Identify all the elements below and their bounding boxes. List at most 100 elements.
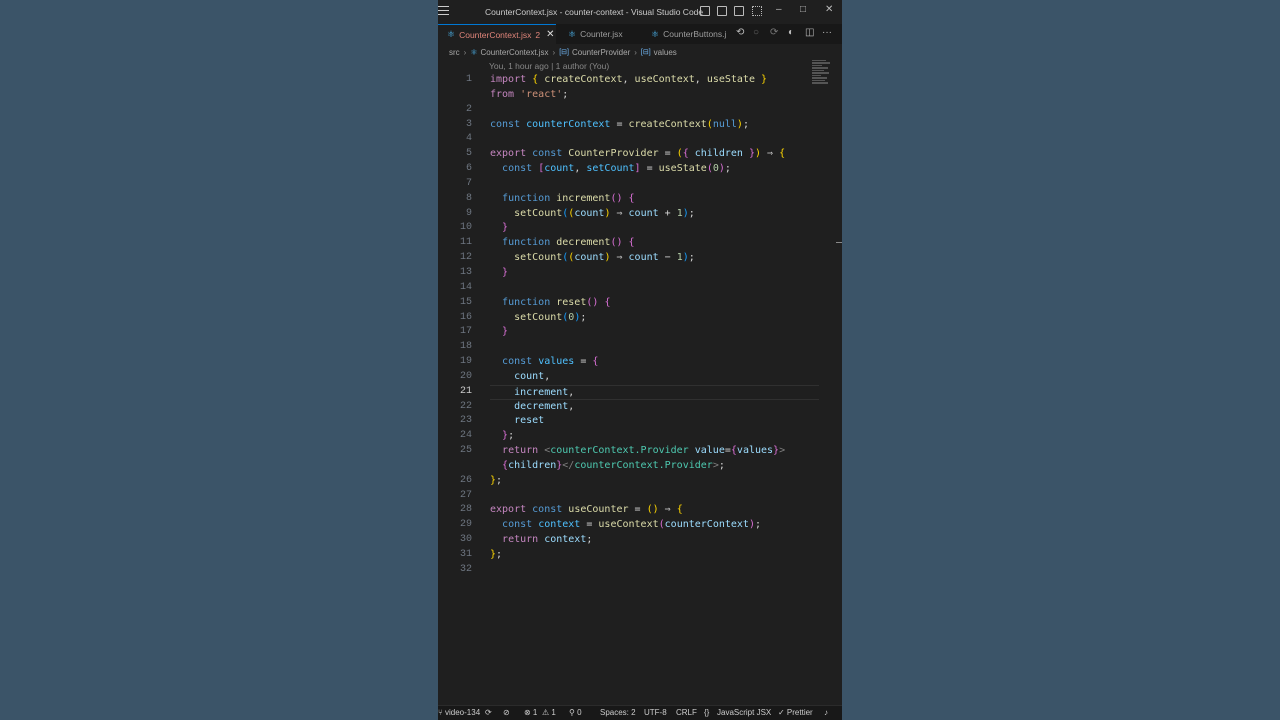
- breadcrumb-symbol-values[interactable]: values: [654, 48, 677, 57]
- line-number: 24: [459, 430, 472, 442]
- code-line[interactable]: return <counterContext.Provider value={v…: [490, 444, 812, 459]
- code-editor[interactable]: You, 1 hour ago | 1 author (You) 1 2 3 4…: [438, 60, 842, 705]
- code-line[interactable]: export const useCounter = () ⇒ {: [490, 503, 812, 518]
- notifications-bell-icon[interactable]: ♪: [824, 708, 828, 717]
- toggle-panel-icon[interactable]: [717, 6, 727, 16]
- line-number: 14: [459, 281, 472, 293]
- line-number: 13: [459, 266, 472, 278]
- line-number: 30: [459, 534, 472, 546]
- go-forward-icon[interactable]: ⟳: [770, 27, 778, 38]
- line-number: 9: [465, 207, 472, 219]
- open-changes-icon[interactable]: ◐: [788, 27, 794, 38]
- tab-counter[interactable]: ⚛ Counter.jsx: [568, 24, 638, 44]
- customize-layout-icon[interactable]: [752, 6, 762, 16]
- code-line-current[interactable]: increment,: [490, 384, 819, 400]
- line-number-active: 21: [459, 385, 472, 397]
- code-line[interactable]: function increment() {: [490, 192, 812, 207]
- more-actions-icon[interactable]: ···: [822, 27, 832, 38]
- code-line[interactable]: const counterContext = createContext(nul…: [490, 118, 812, 133]
- tab-counterbuttons[interactable]: ⚛ CounterButtons.j: [651, 24, 733, 44]
- indentation-setting[interactable]: Spaces: 2: [600, 708, 636, 717]
- code-line[interactable]: [490, 563, 812, 578]
- minimize-button[interactable]: –: [776, 4, 782, 15]
- chevron-right-icon: ›: [552, 47, 556, 57]
- react-file-icon: ⚛: [447, 29, 456, 39]
- title-bar: CounterContext.jsx - counter-context - V…: [438, 0, 842, 24]
- code-line[interactable]: function reset() {: [490, 296, 812, 311]
- line-number: 6: [465, 163, 472, 175]
- code-line[interactable]: export const CounterProvider = ({ childr…: [490, 147, 812, 162]
- code-line[interactable]: [490, 177, 812, 192]
- toggle-sidebar-icon[interactable]: [700, 6, 710, 16]
- code-line[interactable]: [490, 281, 812, 296]
- line-number: 19: [459, 356, 472, 368]
- minimap[interactable]: [812, 60, 832, 90]
- code-line[interactable]: setCount((count) ⇒ count + 1);: [490, 207, 812, 222]
- code-line[interactable]: [490, 340, 812, 355]
- line-number: [438, 88, 478, 103]
- hamburger-menu-icon[interactable]: [438, 6, 449, 16]
- vscode-window: CounterContext.jsx - counter-context - V…: [438, 0, 842, 720]
- line-number: 22: [459, 400, 472, 412]
- close-window-button[interactable]: ✕: [825, 4, 833, 15]
- close-tab-icon[interactable]: ✕: [546, 29, 554, 40]
- code-line[interactable]: setCount(0);: [490, 311, 812, 326]
- code-line[interactable]: }: [490, 221, 812, 236]
- code-line[interactable]: };: [490, 429, 812, 444]
- line-number: 10: [459, 222, 472, 234]
- branch-icon: ⑂: [438, 708, 443, 717]
- code-line[interactable]: [490, 132, 812, 147]
- branch-name[interactable]: video-134: [445, 708, 480, 717]
- code-line[interactable]: return context;: [490, 533, 812, 548]
- errors-count[interactable]: ⊗ 1: [524, 708, 537, 717]
- code-line[interactable]: decrement,: [490, 400, 812, 415]
- line-number: 27: [459, 489, 472, 501]
- code-lines[interactable]: import { createContext, useContext, useS…: [490, 73, 819, 578]
- toggle-secondary-sidebar-icon[interactable]: [734, 6, 744, 16]
- line-number: 31: [459, 549, 472, 560]
- code-line[interactable]: };: [490, 548, 812, 563]
- codelens-blame[interactable]: You, 1 hour ago | 1 author (You): [489, 61, 609, 71]
- code-line[interactable]: };: [490, 474, 812, 489]
- inactive-circle-icon[interactable]: ○: [753, 27, 759, 38]
- go-back-icon[interactable]: ⟲: [736, 27, 744, 38]
- breadcrumb-file[interactable]: CounterContext.jsx: [481, 48, 549, 57]
- code-line[interactable]: }: [490, 266, 812, 281]
- tab-label: CounterButtons.j: [663, 29, 727, 39]
- code-line[interactable]: [490, 103, 812, 118]
- line-number: 1: [465, 74, 472, 85]
- eol-setting[interactable]: CRLF: [676, 708, 697, 717]
- warnings-count[interactable]: ⚠ 1: [542, 708, 556, 717]
- code-line[interactable]: {children}</counterContext.Provider>;: [490, 459, 812, 474]
- code-line[interactable]: setCount((count) ⇒ count − 1);: [490, 251, 812, 266]
- prettier-status[interactable]: ✓ Prettier: [778, 708, 813, 717]
- status-bar: ⑂ video-134 ⟳ ⊘ ⊗ 1 ⚠ 1 ⚲ 0 Spaces: 2 UT…: [438, 705, 842, 720]
- breadcrumb-folder[interactable]: src: [449, 48, 460, 57]
- split-editor-icon[interactable]: ◫: [805, 27, 814, 38]
- line-number: 16: [459, 311, 472, 323]
- breadcrumb-symbol-provider[interactable]: CounterProvider: [572, 48, 630, 57]
- line-number: 29: [459, 519, 472, 531]
- code-line[interactable]: }: [490, 325, 812, 340]
- code-line[interactable]: const values = {: [490, 355, 812, 370]
- chevron-right-icon: ›: [463, 47, 467, 57]
- variable-symbol-icon: [⊟]: [559, 49, 569, 56]
- code-line[interactable]: const [count, setCount] = useState(0);: [490, 162, 812, 177]
- line-number: [438, 459, 478, 474]
- code-line[interactable]: [490, 489, 812, 504]
- code-line[interactable]: const context = useContext(counterContex…: [490, 518, 812, 533]
- react-file-icon: ⚛: [568, 28, 577, 39]
- line-number: 8: [465, 192, 472, 204]
- code-line[interactable]: from 'react';: [490, 88, 812, 103]
- code-line[interactable]: import { createContext, useContext, useS…: [490, 73, 812, 88]
- ports-count[interactable]: ⚲ 0: [569, 708, 582, 717]
- sync-icon[interactable]: ⟳: [485, 708, 492, 717]
- code-line[interactable]: count,: [490, 370, 812, 385]
- code-line[interactable]: function decrement() {: [490, 236, 812, 251]
- maximize-button[interactable]: □: [800, 4, 806, 15]
- language-mode[interactable]: JavaScript JSX: [717, 708, 771, 717]
- broadcast-icon[interactable]: ⊘: [503, 708, 510, 717]
- encoding-setting[interactable]: UTF-8: [644, 708, 667, 717]
- code-line[interactable]: reset: [490, 414, 812, 429]
- tab-countercontext[interactable]: ⚛ CounterContext.jsx 2 ✕: [438, 24, 556, 44]
